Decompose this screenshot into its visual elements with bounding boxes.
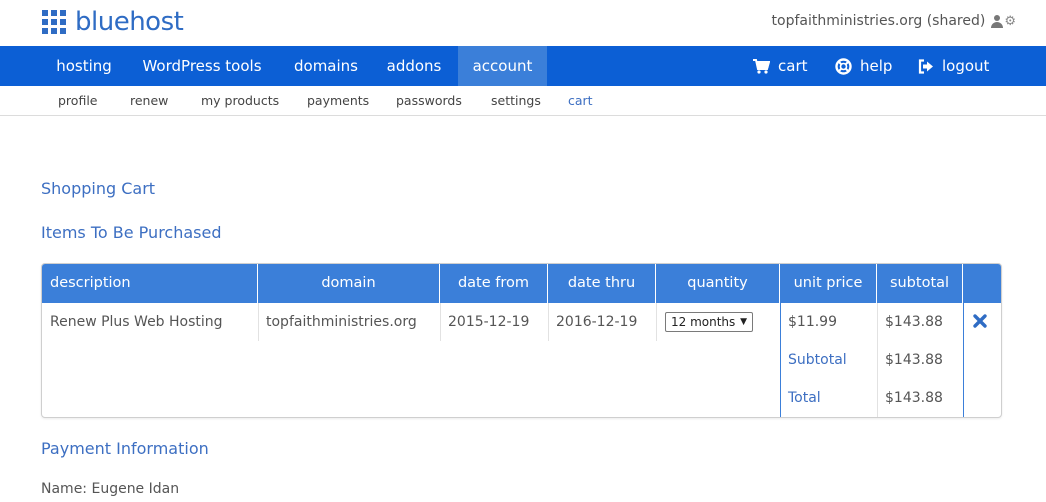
header-quantity: quantity (656, 264, 780, 303)
column-divider (258, 303, 259, 341)
caret-down-icon: ▼ (740, 317, 747, 327)
nav-domains[interactable]: domains (278, 46, 374, 86)
logo-grid-icon (42, 10, 66, 34)
nav-account[interactable]: account (458, 46, 547, 86)
top-bar: bluehost topfaithministries.org (shared)… (0, 0, 1046, 46)
header-date-thru: date thru (548, 264, 656, 303)
subnav-renew[interactable]: renew (130, 86, 168, 116)
quantity-select[interactable]: 12 months ▼ (665, 312, 753, 332)
item-domain: topfaithministries.org (266, 314, 417, 330)
cart-table: description domain date from date thru q… (41, 263, 1002, 418)
item-unit-price: $11.99 (788, 314, 837, 330)
account-domain: topfaithministries.org (shared) (771, 13, 986, 29)
sub-nav: profile renew my products payments passw… (0, 86, 1046, 116)
subtotal-value: $143.88 (885, 352, 943, 368)
subtotal-label: Subtotal (788, 352, 847, 368)
header-description: description (42, 264, 258, 303)
column-divider (656, 303, 657, 341)
column-divider (548, 303, 549, 341)
subnav-settings[interactable]: settings (491, 86, 541, 116)
logo-text: bluehost (75, 7, 184, 37)
nav-help-label: help (860, 57, 893, 75)
bluehost-logo[interactable]: bluehost (42, 7, 184, 37)
total-label: Total (788, 390, 821, 406)
subnav-payments[interactable]: payments (307, 86, 369, 116)
nav-logout[interactable]: logout (918, 46, 989, 86)
header-domain: domain (258, 264, 440, 303)
nav-hosting[interactable]: hosting (42, 46, 126, 86)
cart-table-header: description domain date from date thru q… (42, 264, 1001, 303)
header-remove (963, 264, 1001, 303)
header-unit-price: unit price (780, 264, 877, 303)
payment-name: Name: Eugene Idan (41, 481, 180, 497)
nav-help[interactable]: help (835, 46, 892, 86)
subnav-my-products[interactable]: my products (201, 86, 279, 116)
header-subtotal: subtotal (877, 264, 963, 303)
user-icon[interactable] (991, 14, 1004, 28)
item-subtotal: $143.88 (885, 314, 943, 330)
gear-icon[interactable]: ⚙ (1004, 15, 1016, 28)
column-divider (877, 303, 878, 417)
page-title: Shopping Cart (41, 179, 156, 198)
item-date-thru: 2016-12-19 (556, 314, 638, 330)
nav-cart-label: cart (778, 57, 808, 75)
items-heading: Items To Be Purchased (41, 223, 222, 242)
remove-item-icon[interactable] (972, 313, 988, 329)
column-divider (440, 303, 441, 341)
quantity-value: 12 months (671, 315, 736, 329)
item-date-from: 2015-12-19 (448, 314, 530, 330)
lifebuoy-icon (835, 57, 852, 75)
subnav-passwords[interactable]: passwords (396, 86, 462, 116)
total-value: $143.88 (885, 390, 943, 406)
payment-heading: Payment Information (41, 439, 209, 458)
nav-cart[interactable]: cart (753, 46, 808, 86)
subnav-cart[interactable]: cart (568, 86, 593, 116)
account-info: topfaithministries.org (shared) ⚙ (772, 13, 1016, 29)
header-date-from: date from (440, 264, 548, 303)
subnav-profile[interactable]: profile (58, 86, 97, 116)
logout-icon (918, 58, 933, 74)
nav-logout-label: logout (942, 57, 990, 75)
item-description: Renew Plus Web Hosting (50, 314, 223, 330)
main-nav: hosting WordPress tools domains addons a… (0, 46, 1046, 86)
cart-icon (753, 58, 770, 74)
nav-wordpress-tools[interactable]: WordPress tools (126, 46, 278, 86)
column-divider (780, 303, 781, 417)
column-divider (963, 303, 964, 417)
nav-addons[interactable]: addons (374, 46, 454, 86)
